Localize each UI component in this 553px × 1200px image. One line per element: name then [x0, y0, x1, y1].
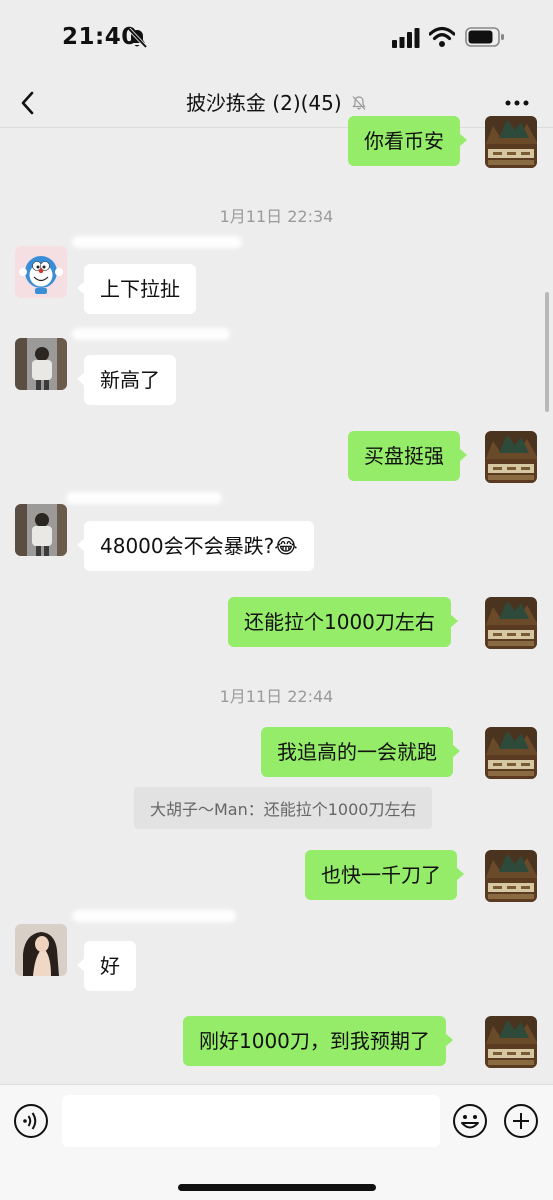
message-bubble-outgoing[interactable]: 我追高的一会就跑	[261, 727, 460, 777]
message-bubble-outgoing[interactable]: 还能拉个1000刀左右	[228, 597, 458, 647]
avatar-self[interactable]	[485, 727, 537, 779]
chat-header: 披沙拣金 (2)(45)	[0, 78, 553, 128]
battery-icon	[465, 27, 504, 47]
voice-icon[interactable]	[13, 1103, 49, 1139]
more-icon[interactable]	[503, 90, 531, 116]
avatar-doraemon[interactable]	[15, 246, 67, 298]
sender-name-redacted	[66, 492, 222, 504]
message-bubble-outgoing[interactable]: 你看币安	[348, 116, 467, 166]
avatar-user-photo[interactable]	[15, 924, 67, 976]
message-input[interactable]	[62, 1095, 440, 1147]
avatar-self[interactable]	[485, 1016, 537, 1068]
status-bar: 21:40	[0, 0, 553, 78]
avatar-self[interactable]	[485, 597, 537, 649]
message-bubble-incoming[interactable]: 上下拉扯	[77, 264, 196, 314]
quoted-reply[interactable]: 大胡子～Man：还能拉个1000刀左右	[134, 787, 433, 829]
avatar-user-photo[interactable]	[15, 504, 67, 556]
avatar-user-photo[interactable]	[15, 338, 67, 390]
message-bubble-outgoing[interactable]: 也快一千刀了	[305, 850, 464, 900]
chat-title-text: 披沙拣金 (2)(45)	[185, 91, 342, 115]
message-bubble-incoming[interactable]: 好	[77, 941, 136, 991]
sender-name-redacted	[72, 236, 242, 248]
input-bar	[0, 1084, 553, 1200]
bell-off-icon	[127, 27, 148, 49]
scrollbar[interactable]	[545, 292, 549, 412]
mute-icon	[352, 96, 366, 110]
time-separator: 1月11日 22:44	[219, 687, 334, 706]
avatar-self[interactable]	[485, 431, 537, 483]
cellular-signal-icon	[392, 28, 420, 48]
message-bubble-incoming[interactable]: 48000会不会暴跌?😂	[77, 521, 314, 571]
wifi-icon	[429, 26, 455, 47]
emoji-icon[interactable]	[452, 1103, 488, 1139]
avatar-self[interactable]	[485, 116, 537, 168]
home-indicator	[178, 1184, 376, 1191]
message-bubble-incoming[interactable]: 新高了	[77, 355, 176, 405]
time-separator: 1月11日 22:34	[219, 207, 334, 226]
message-bubble-outgoing[interactable]: 刚好1000刀，到我预期了	[183, 1016, 453, 1066]
message-bubble-outgoing[interactable]: 买盘挺强	[348, 431, 467, 481]
avatar-self[interactable]	[485, 850, 537, 902]
sender-name-redacted	[72, 910, 236, 922]
sender-name-redacted	[72, 328, 230, 340]
plus-icon[interactable]	[503, 1103, 539, 1139]
chat-title: 披沙拣金 (2)(45)	[0, 87, 553, 116]
